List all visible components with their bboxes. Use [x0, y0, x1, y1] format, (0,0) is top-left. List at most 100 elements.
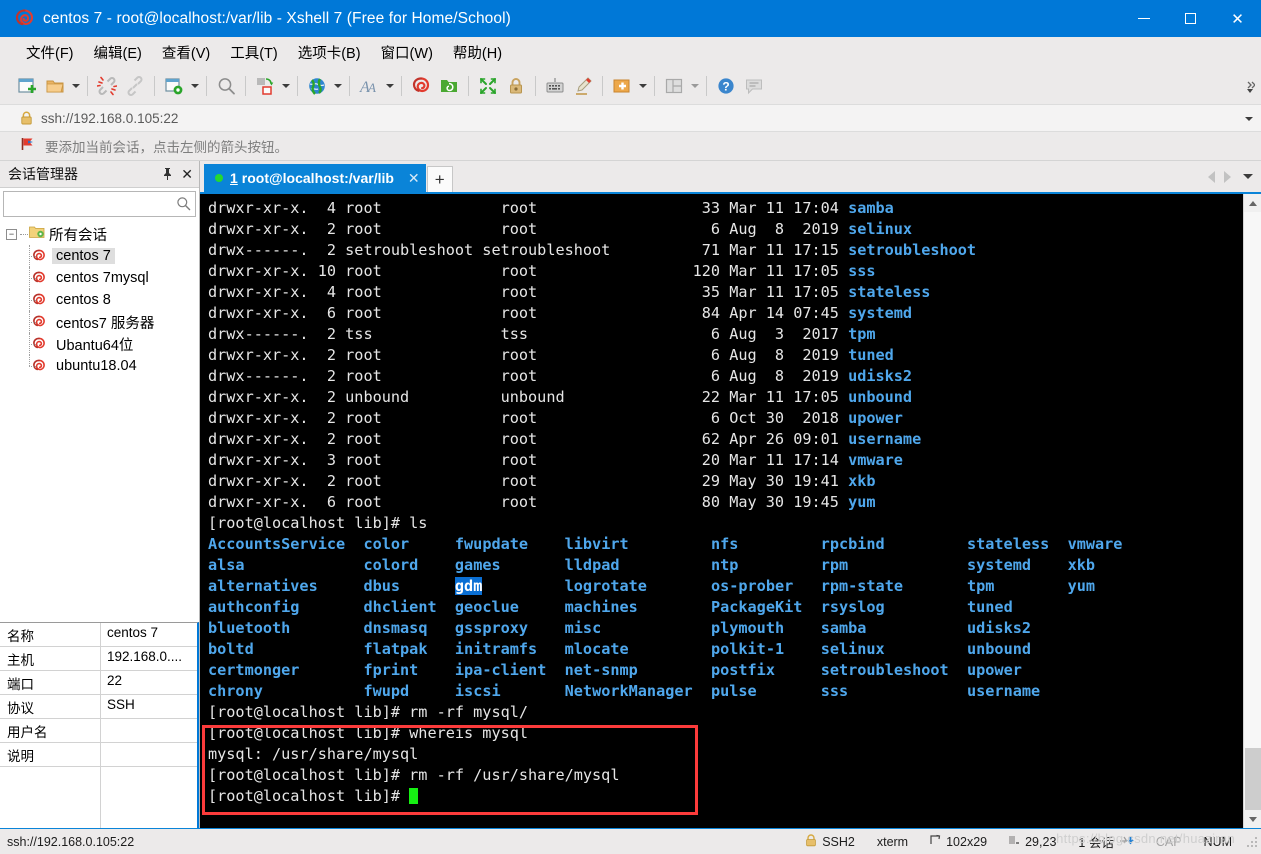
tree-root-all-sessions[interactable]: − 所有会话 [0, 223, 199, 245]
menu-view[interactable]: 查看(V) [153, 39, 219, 66]
tab-root-localhost-var-lib[interactable]: 1 root@localhost:/var/lib ✕ [204, 164, 426, 192]
session-properties-icon[interactable] [160, 72, 188, 100]
font-icon[interactable]: A A [355, 72, 383, 100]
menu-edit[interactable]: 编辑(E) [85, 39, 151, 66]
snail-icon[interactable] [407, 72, 435, 100]
dir-name: setroubleshoot [848, 241, 977, 259]
session-search-box[interactable] [3, 191, 207, 217]
transfer-dropdown-icon[interactable] [279, 72, 292, 100]
terminal-area: 1 root@localhost:/var/lib ✕ + drwxr-xr-x… [200, 161, 1261, 828]
new-tab-button[interactable]: + [426, 166, 453, 192]
terminal-line: AccountsService color fwupdate libvirt n… [208, 534, 1243, 555]
find-icon[interactable] [212, 72, 240, 100]
add-note-dropdown-icon[interactable] [636, 72, 649, 100]
sidebar-item-centos-7mysql[interactable]: centos 7mysql [0, 267, 199, 289]
toolbar-overflow-icon[interactable] [1245, 67, 1255, 104]
sidebar-item-centos7-server[interactable]: centos7 服务器 [0, 311, 199, 333]
green-folder-icon[interactable] [435, 72, 463, 100]
session-properties-dropdown-icon[interactable] [188, 72, 201, 100]
help-icon[interactable]: ? [712, 72, 740, 100]
font-dropdown-icon[interactable] [383, 72, 396, 100]
ls-entry: postfix [710, 661, 775, 679]
ls-entry: samba [820, 619, 867, 637]
transfer-file-icon[interactable] [251, 72, 279, 100]
keyboard-icon[interactable] [541, 72, 569, 100]
disconnect-icon[interactable] [93, 72, 121, 100]
layout-dropdown-icon[interactable] [688, 72, 701, 100]
dir-name: upower [848, 409, 903, 427]
ls-entry: bluetooth [208, 619, 291, 637]
next-tab-icon[interactable] [1224, 170, 1231, 183]
sidebar-item-ubuntu1804[interactable]: ubuntu18.04 [0, 355, 199, 377]
menu-help[interactable]: 帮助(H) [444, 39, 511, 66]
close-button[interactable]: ✕ [1214, 0, 1261, 37]
open-folder-icon[interactable] [41, 72, 69, 100]
scroll-down-icon[interactable] [1243, 810, 1261, 828]
toolbar-separator [349, 75, 350, 96]
address-bar[interactable]: ssh://192.168.0.105:22 [0, 104, 1261, 132]
lock-icon[interactable] [502, 72, 530, 100]
property-key: 用户名 [0, 719, 101, 743]
ls-entry: polkit-1 [710, 640, 785, 658]
ls-entry: rsyslog [820, 598, 885, 616]
status-sessions-cell: 1 会话 [1067, 829, 1144, 854]
snail-icon [31, 358, 47, 374]
sidebar-item-centos-8[interactable]: centos 8 [0, 289, 199, 311]
globe-dropdown-icon[interactable] [331, 72, 344, 100]
menu-window[interactable]: 窗口(W) [372, 39, 442, 66]
resize-gripper-icon[interactable] [1245, 834, 1259, 849]
chat-icon[interactable] [740, 72, 768, 100]
terminal-line: drwxr-xr-x. 2 unbound unbound 22 Mar 11 … [208, 388, 913, 406]
tab-list-icon[interactable] [1243, 174, 1253, 179]
dir-name: xkb [848, 472, 876, 490]
toolbar-separator [154, 75, 155, 96]
globe-icon[interactable] [303, 72, 331, 100]
dir-name: tpm [848, 325, 876, 343]
ls-entry: mlocate [564, 640, 629, 658]
status-size: 102x29 [946, 834, 988, 849]
terminal-scrollbar[interactable] [1243, 194, 1261, 828]
new-session-icon[interactable] [13, 72, 41, 100]
chevron-down-icon[interactable] [1245, 105, 1253, 133]
add-note-icon[interactable] [608, 72, 636, 100]
ls-entry: tuned [967, 598, 1013, 616]
dir-name: systemd [848, 304, 913, 322]
toolbar-separator [602, 75, 603, 96]
ls-entry: stateless [966, 535, 1050, 553]
open-folder-dropdown-icon[interactable] [69, 72, 82, 100]
scrollbar-thumb[interactable] [1244, 748, 1261, 810]
menu-tabs[interactable]: 选项卡(B) [289, 39, 370, 66]
ls-entry: logrotate [564, 577, 647, 595]
terminal-output[interactable]: drwxr-xr-x. 4 root root 33 Mar 11 17:04 … [200, 194, 1243, 828]
close-icon[interactable]: ✕ [408, 170, 420, 187]
property-value: 22 [101, 671, 197, 695]
maximize-button[interactable] [1167, 0, 1214, 37]
property-row-port: 端口 22 [0, 671, 197, 695]
search-icon[interactable] [176, 196, 191, 216]
sidebar-item-label: centos 8 [56, 292, 111, 308]
scroll-up-icon[interactable] [1243, 194, 1261, 212]
property-key: 协议 [0, 695, 101, 719]
ls-entry: lldpad [564, 556, 620, 574]
sidebar-item-ubantu64[interactable]: Ubantu64位 [0, 333, 199, 355]
close-icon[interactable]: ✕ [181, 167, 193, 181]
fullscreen-icon[interactable] [474, 72, 502, 100]
dir-name: stateless [848, 283, 931, 301]
prev-tab-icon[interactable] [1208, 170, 1215, 183]
terminal-line: drwxr-xr-x. 4 root root 33 Mar 11 17:04 … [208, 199, 894, 217]
tab-status-dot-icon [215, 174, 223, 182]
pin-icon[interactable] [162, 167, 173, 182]
property-value: SSH [101, 695, 197, 719]
menu-tools[interactable]: 工具(T) [221, 39, 287, 66]
menu-file[interactable]: 文件(F) [17, 39, 83, 66]
reconnect-icon[interactable] [121, 72, 149, 100]
tree-expander-icon[interactable]: − [6, 228, 17, 240]
sidebar-item-centos-7[interactable]: centos 7 [0, 245, 199, 267]
terminal-line: boltd flatpak initramfs mlocate polkit-1… [208, 639, 1243, 660]
scrollbar-track[interactable] [1243, 212, 1261, 810]
layout-icon[interactable] [660, 72, 688, 100]
address-input[interactable]: ssh://192.168.0.105:22 [41, 111, 178, 126]
minimize-button[interactable] [1120, 0, 1167, 37]
highlight-pen-icon[interactable] [569, 72, 597, 100]
snail-icon [31, 292, 47, 308]
